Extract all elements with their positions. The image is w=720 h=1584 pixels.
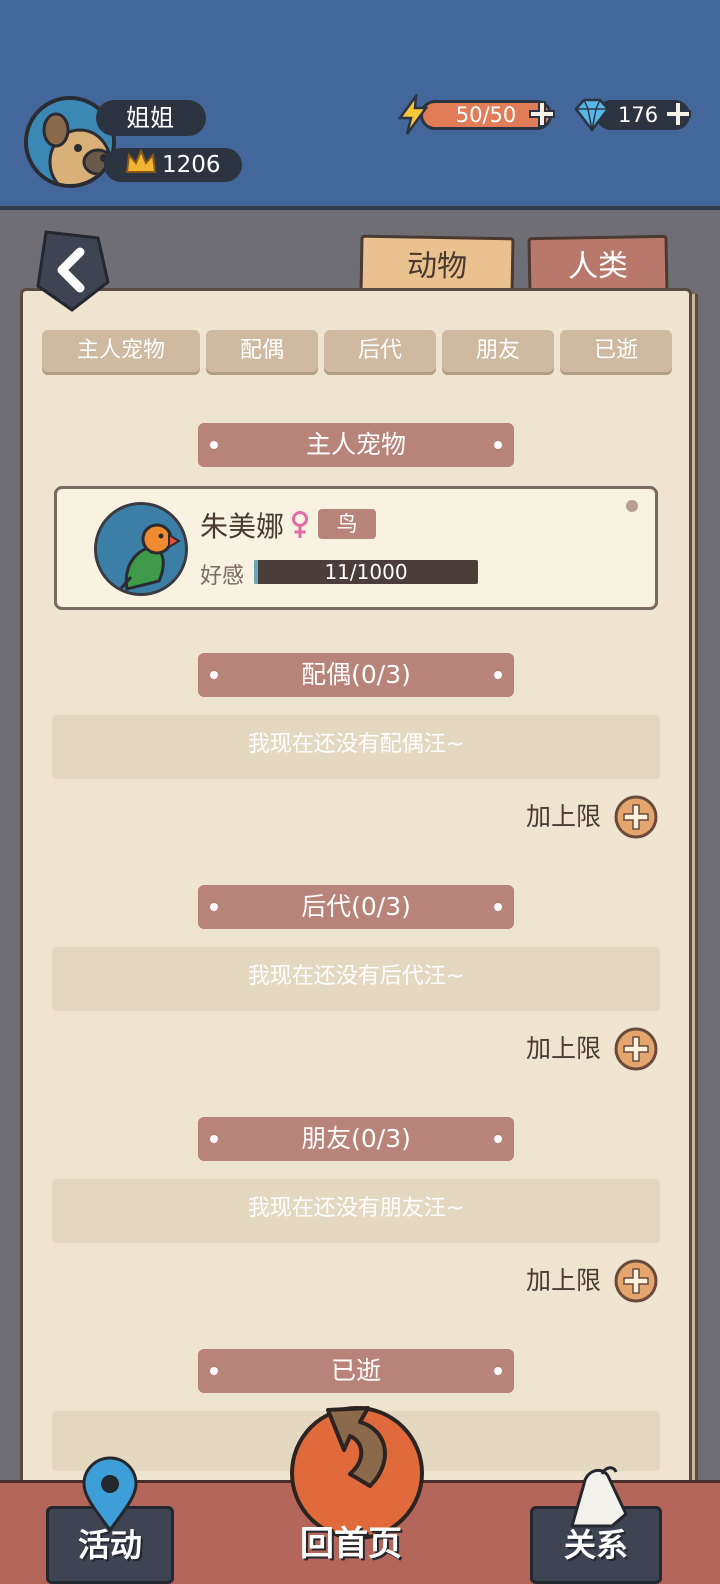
section-header-offspring: 后代(0/3) <box>198 885 514 929</box>
pet-avatar[interactable] <box>94 502 188 596</box>
section-title: 配偶(0/3) <box>301 660 411 689</box>
friends-empty-message: 我现在还没有朋友汪~ <box>52 1179 660 1243</box>
subtab-row: 主人宠物 配偶 后代 朋友 已逝 <box>42 330 672 374</box>
offspring-add-limit-label[interactable]: 加上限 <box>526 1027 601 1071</box>
section-title: 朋友(0/3) <box>301 1124 411 1153</box>
add-energy-plus-icon[interactable] <box>528 100 556 128</box>
lightning-icon <box>397 94 429 135</box>
species-badge: 鸟 <box>318 509 376 539</box>
section-header-spouse: 配偶(0/3) <box>198 653 514 697</box>
section-title: 已逝 <box>330 1356 381 1385</box>
favor-progress-fill <box>254 560 258 584</box>
friends-add-limit-label[interactable]: 加上限 <box>526 1259 601 1303</box>
offspring-empty-message: 我现在还没有后代汪~ <box>52 947 660 1011</box>
subtab-friends[interactable]: 朋友 <box>442 330 554 372</box>
return-arrow-icon <box>326 1406 387 1488</box>
back-button[interactable] <box>32 228 112 314</box>
section-title: 主人宠物 <box>305 430 406 459</box>
crown-icon <box>125 148 157 173</box>
offspring-add-limit-plus-icon[interactable] <box>614 1027 658 1071</box>
favor-value: 11/1000 <box>324 560 408 584</box>
spouse-empty-message: 我现在还没有配偶汪~ <box>52 715 660 779</box>
section-header-owner-pet: 主人宠物 <box>198 423 514 467</box>
female-icon <box>292 511 308 538</box>
subtab-owner-pet[interactable]: 主人宠物 <box>42 330 200 372</box>
subtab-offspring[interactable]: 后代 <box>324 330 436 372</box>
spouse-add-limit-plus-icon[interactable] <box>614 795 658 839</box>
favor-progress-bar: 11/1000 <box>254 560 478 584</box>
diamond-icon <box>574 98 610 133</box>
favor-label: 好感 <box>200 564 245 589</box>
add-gems-plus-icon[interactable] <box>664 100 692 128</box>
section-header-friends: 朋友(0/3) <box>198 1117 514 1161</box>
player-name: 姐姐 <box>96 100 206 136</box>
pet-name: 朱美娜 <box>200 510 285 543</box>
nav-relations-label: 关系 <box>564 1526 629 1564</box>
subtab-deceased[interactable]: 已逝 <box>560 330 672 372</box>
spouse-add-limit-label[interactable]: 加上限 <box>526 795 601 839</box>
section-header-deceased: 已逝 <box>198 1349 514 1393</box>
card-pin-dot <box>626 500 638 512</box>
friends-add-limit-plus-icon[interactable] <box>614 1259 658 1303</box>
nav-activity-label: 活动 <box>78 1526 143 1564</box>
nav-home-label: 回首页 <box>300 1524 402 1564</box>
subtab-spouse[interactable]: 配偶 <box>206 330 318 372</box>
section-title: 后代(0/3) <box>301 892 411 921</box>
